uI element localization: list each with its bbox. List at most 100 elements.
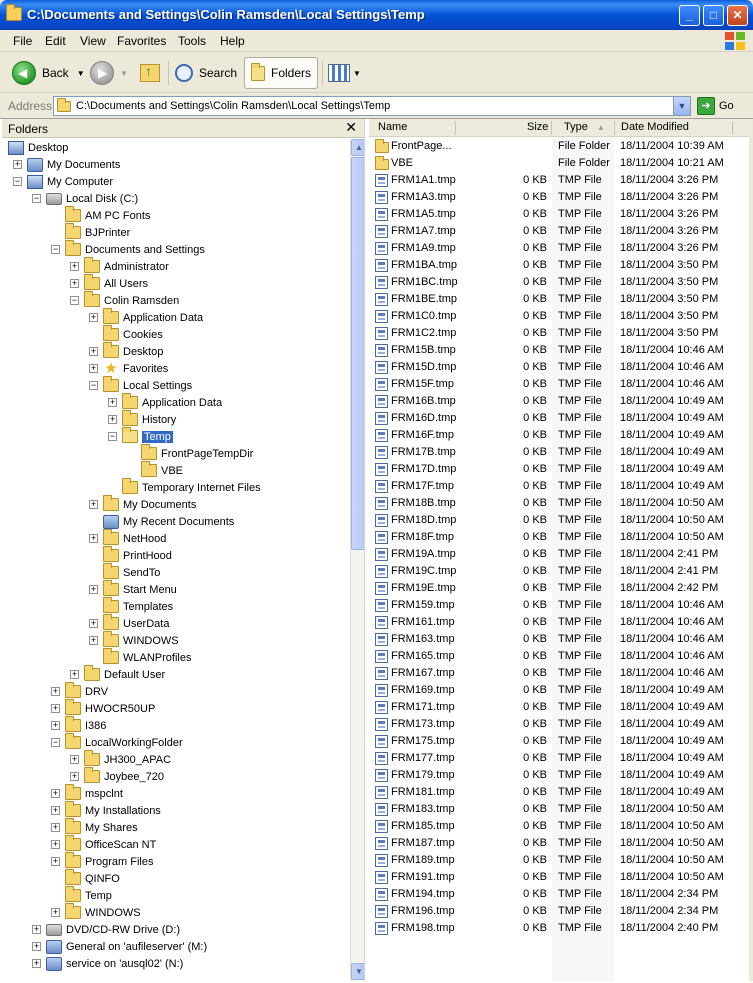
maximize-button[interactable]: □ (703, 5, 724, 26)
minimize-button[interactable]: _ (679, 5, 700, 26)
tree-item[interactable]: − Documents and Settings (51, 240, 205, 258)
tree-item[interactable]: − Colin Ramsden (70, 291, 179, 309)
file-row[interactable]: FRM165.tmp 0 KB TMP File 18/11/2004 10:46 A… (369, 648, 753, 665)
tree-item[interactable]: − My Computer (13, 173, 113, 190)
file-row[interactable]: FRM163.tmp 0 KB TMP File 18/11/2004 10:46 A… (369, 631, 753, 648)
tree-item[interactable]: + ★ Favorites (89, 360, 168, 377)
tree-item[interactable]: − Local Settings (89, 376, 192, 394)
tree-item[interactable]: VBE (141, 461, 183, 479)
file-row[interactable]: FRM16F.tmp 0 KB TMP File 18/11/2004 10:49 A… (369, 427, 753, 444)
expand-icon[interactable]: + (51, 789, 60, 798)
file-row[interactable]: FRM161.tmp 0 KB TMP File 18/11/2004 10:46 A… (369, 614, 753, 631)
column-divider[interactable] (455, 121, 456, 135)
tree-item[interactable]: BJPrinter (65, 223, 130, 241)
file-row[interactable]: FRM185.tmp 0 KB TMP File 18/11/2004 10:50 A… (369, 818, 753, 835)
collapse-icon[interactable]: − (70, 296, 79, 305)
collapse-icon[interactable]: − (32, 194, 41, 203)
column-divider[interactable] (551, 121, 552, 135)
tree-item[interactable]: + WINDOWS (89, 631, 179, 649)
file-row[interactable]: FrontPage... File Folder 18/11/2004 10:39 … (369, 138, 753, 155)
tree-item[interactable]: + My Shares (51, 818, 138, 836)
tree-item[interactable]: + DVD/CD-RW Drive (D:) (32, 921, 180, 938)
file-row[interactable]: FRM169.tmp 0 KB TMP File 18/11/2004 10:49 A… (369, 682, 753, 699)
tree-item[interactable]: + My Documents (13, 156, 120, 173)
folder-tree-scrollbar[interactable]: ▲ ▼ (350, 139, 364, 981)
tree-item[interactable]: + WINDOWS (51, 903, 141, 921)
file-row[interactable]: FRM15F.tmp 0 KB TMP File 18/11/2004 10:46 A… (369, 376, 753, 393)
tree-item[interactable]: + OfficeScan NT (51, 835, 156, 853)
file-row[interactable]: FRM189.tmp 0 KB TMP File 18/11/2004 10:50 A… (369, 852, 753, 869)
file-row[interactable]: FRM19C.tmp 0 KB TMP File 18/11/2004 2:41 PM (369, 563, 753, 580)
tree-item[interactable]: + Default User (70, 665, 165, 683)
expand-icon[interactable]: + (89, 585, 98, 594)
tree-item[interactable]: + HWOCR50UP (51, 699, 155, 717)
tree-item[interactable]: Temp (65, 886, 112, 904)
file-row[interactable]: FRM191.tmp 0 KB TMP File 18/11/2004 10:50 A… (369, 869, 753, 886)
tree-item[interactable]: AM PC Fonts (65, 206, 150, 224)
file-row[interactable]: FRM1BE.tmp 0 KB TMP File 18/11/2004 3:50 PM (369, 291, 753, 308)
go-button[interactable]: ➜ Go (697, 97, 734, 115)
tree-item[interactable]: + All Users (70, 274, 148, 292)
close-icon[interactable]: ✕ (345, 119, 357, 136)
tree-item[interactable]: + service on 'ausql02' (N:) (32, 955, 183, 972)
scroll-up-icon[interactable]: ▲ (351, 139, 364, 156)
file-row[interactable]: FRM177.tmp 0 KB TMP File 18/11/2004 10:49 A… (369, 750, 753, 767)
file-row[interactable]: FRM18F.tmp 0 KB TMP File 18/11/2004 10:50 A… (369, 529, 753, 546)
tree-item[interactable]: + JH300_APAC (70, 750, 171, 768)
expand-icon[interactable]: + (32, 925, 41, 934)
up-folder-button[interactable]: ↑ (140, 57, 160, 89)
menu-favorites[interactable]: Favorites (117, 34, 166, 48)
back-button[interactable]: Back ▼ (12, 57, 85, 89)
tree-item[interactable]: + My Documents (89, 495, 196, 513)
folders-button[interactable]: Folders (244, 57, 318, 89)
file-row[interactable]: FRM187.tmp 0 KB TMP File 18/11/2004 10:50 A… (369, 835, 753, 852)
tree-item[interactable]: PrintHood (103, 546, 172, 564)
tree-item[interactable]: + Desktop (89, 342, 163, 360)
file-row[interactable]: FRM1C0.tmp 0 KB TMP File 18/11/2004 3:50 PM (369, 308, 753, 325)
file-row[interactable]: FRM1A7.tmp 0 KB TMP File 18/11/2004 3:26 PM (369, 223, 753, 240)
expand-icon[interactable]: + (108, 398, 117, 407)
file-row[interactable]: FRM19E.tmp 0 KB TMP File 18/11/2004 2:42 PM (369, 580, 753, 597)
file-row[interactable]: FRM167.tmp 0 KB TMP File 18/11/2004 10:46 A… (369, 665, 753, 682)
expand-icon[interactable]: + (13, 160, 22, 169)
address-field[interactable]: C:\Documents and Settings\Colin Ramsden\… (53, 96, 691, 116)
menu-tools[interactable]: Tools (178, 34, 206, 48)
file-row[interactable]: FRM173.tmp 0 KB TMP File 18/11/2004 10:49 A… (369, 716, 753, 733)
tree-item[interactable]: + Administrator (70, 257, 169, 275)
close-button[interactable]: ✕ (727, 5, 748, 26)
file-row[interactable]: FRM15B.tmp 0 KB TMP File 18/11/2004 10:46 A… (369, 342, 753, 359)
expand-icon[interactable]: + (32, 942, 41, 951)
file-row[interactable]: FRM179.tmp 0 KB TMP File 18/11/2004 10:49 A… (369, 767, 753, 784)
tree-item[interactable]: + General on 'aufileserver' (M:) (32, 938, 207, 955)
tree-item[interactable]: + Application Data (89, 308, 203, 326)
menu-edit[interactable]: Edit (45, 34, 66, 48)
address-dropdown-button[interactable]: ▼ (673, 97, 690, 115)
expand-icon[interactable]: + (51, 806, 60, 815)
expand-icon[interactable]: + (51, 908, 60, 917)
expand-icon[interactable]: + (32, 959, 41, 968)
column-date-modified[interactable]: Date Modified (621, 121, 689, 133)
tree-item[interactable]: + I386 (51, 716, 106, 734)
expand-icon[interactable]: + (70, 262, 79, 271)
file-row[interactable]: FRM16B.tmp 0 KB TMP File 18/11/2004 10:49 A… (369, 393, 753, 410)
file-row[interactable]: FRM194.tmp 0 KB TMP File 18/11/2004 2:34 PM (369, 886, 753, 903)
menu-help[interactable]: Help (220, 34, 245, 48)
tree-item[interactable]: + Program Files (51, 852, 153, 870)
tree-item[interactable]: Desktop (8, 139, 68, 156)
column-divider[interactable] (732, 121, 733, 135)
file-row[interactable]: FRM1A3.tmp 0 KB TMP File 18/11/2004 3:26 PM (369, 189, 753, 206)
tree-item[interactable]: − Temp (108, 427, 173, 445)
file-row[interactable]: FRM19A.tmp 0 KB TMP File 18/11/2004 2:41 PM (369, 546, 753, 563)
title-bar[interactable]: C:\Documents and Settings\Colin Ramsden\… (0, 0, 753, 30)
tree-item[interactable]: + Joybee_720 (70, 767, 164, 785)
file-row[interactable]: VBE File Folder 18/11/2004 10:21 AM (369, 155, 753, 172)
column-size[interactable]: Size (527, 121, 548, 133)
file-row[interactable]: FRM1BA.tmp 0 KB TMP File 18/11/2004 3:50 PM (369, 257, 753, 274)
expand-icon[interactable]: + (89, 500, 98, 509)
tree-item[interactable]: + Application Data (108, 393, 222, 411)
expand-icon[interactable]: + (108, 415, 117, 424)
tree-item[interactable]: − LocalWorkingFolder (51, 733, 183, 751)
tree-item[interactable]: + History (108, 410, 176, 428)
expand-icon[interactable]: + (51, 721, 60, 730)
file-row[interactable]: FRM171.tmp 0 KB TMP File 18/11/2004 10:49 A… (369, 699, 753, 716)
